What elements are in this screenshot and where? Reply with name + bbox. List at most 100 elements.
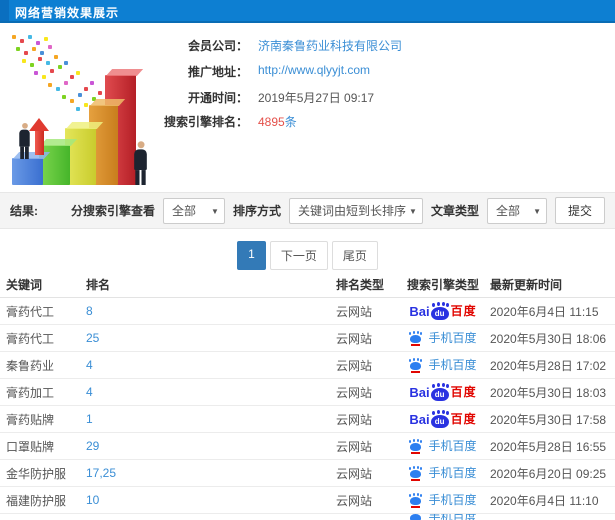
marketing-report-page: 网络营销效果展示 会员公司： 济南秦鲁药业科技有限公司 推广地址： http:/… — [0, 0, 615, 520]
baidu-mobile-logo: 手机百度 — [409, 437, 477, 454]
header-update-time: 最新更新时间 — [490, 278, 563, 292]
titlebar: 网络营销效果展示 — [0, 0, 615, 23]
chevron-down-icon: ▼ — [533, 206, 541, 216]
promo-url-row: 推广地址： http://www.qlyyjt.com — [0, 63, 470, 79]
baidu-paw-icon — [409, 331, 423, 346]
baidu-pc-logo: Bai du 百度 — [409, 383, 477, 401]
baidu-paw-icon — [409, 358, 423, 373]
cell-update-time: 2020年6月4日 11:15 — [490, 304, 599, 319]
rank-count: 4895 — [258, 115, 285, 129]
rank-link[interactable]: 4 — [86, 358, 93, 372]
clipart-bar-blue — [12, 158, 43, 185]
rank-link[interactable]: 17,25 — [86, 466, 116, 480]
last-page-button[interactable]: 尾页 — [331, 241, 378, 270]
header-engine-type: 搜索引擎类型 — [406, 278, 479, 292]
baidu-paw-icon: du — [430, 410, 450, 428]
baidu-mobile-logo: 手机百度 — [409, 464, 477, 481]
baidu-paw-icon — [409, 514, 423, 520]
table-row: 口罩贴牌 29 云网站 手机百度 2020年5月28日 16:55 — [0, 433, 615, 460]
baidu-pc-logo: Bai du 百度 — [409, 302, 477, 320]
up-arrow-icon — [29, 118, 49, 155]
cell-rank-type: 云网站 — [336, 358, 373, 373]
table-row: 膏药代工 8 云网站 Bai du 百度 2020年6月4日 11:15 — [0, 298, 615, 325]
article-type-value: 全部 — [495, 204, 520, 218]
header-keyword: 关键词 — [6, 278, 43, 292]
baidu-paw-icon — [409, 493, 423, 508]
cell-update-time: 2020年6月20日 09:25 — [490, 466, 607, 481]
chevron-down-icon: ▼ — [409, 206, 417, 216]
rank-link[interactable]: 10 — [86, 493, 99, 507]
cell-update-time: 2020年5月28日 16:55 — [490, 439, 607, 454]
table-row: 福建防护服 10 云网站 手机百度 2020年6月4日 11:10 — [0, 487, 615, 514]
cell-update-time: 2020年5月30日 18:03 — [490, 385, 607, 400]
baidu-pc-logo: Bai du 百度 — [409, 410, 477, 428]
cell-rank-type: 云网站 — [336, 493, 373, 508]
cell-rank-type: 云网站 — [336, 304, 373, 319]
result-label: 结果: — [10, 204, 38, 218]
next-page-button[interactable]: 下一页 — [269, 241, 328, 270]
member-company-link[interactable]: 济南秦鲁药业科技有限公司 — [258, 37, 402, 54]
sort-filter-select[interactable]: 关键词由短到长排序 ▼ — [288, 197, 423, 224]
cell-update-time: 2020年6月4日 11:10 — [490, 493, 599, 508]
businessman-figure-right — [134, 141, 147, 185]
member-company-label: 会员公司： — [187, 39, 248, 53]
rank-link[interactable]: 1 — [86, 412, 93, 426]
promo-url-link[interactable]: http://www.qlyyjt.com — [258, 63, 370, 77]
cell-rank-type: 云网站 — [336, 439, 373, 454]
results-table: 关键词 排名 排名类型 搜索引擎类型 最新更新时间 膏药代工 8 云网站 Bai… — [0, 272, 615, 520]
table-row: 膏药贴牌 1 云网站 Bai du 百度 2020年5月30日 17:58 — [0, 406, 615, 433]
cell-keyword: 金华防护服 — [6, 466, 67, 481]
cell-keyword: 口罩贴牌 — [6, 439, 55, 454]
cell-engine: Bai du 百度 — [398, 302, 488, 320]
header-rank: 排名 — [86, 278, 111, 292]
bar-chart-clipart — [4, 33, 176, 187]
article-type-select[interactable]: 全部 ▼ — [486, 197, 547, 224]
cell-rank-type: 云网站 — [336, 412, 373, 427]
engine-filter-label: 分搜索引擎查看 — [70, 204, 155, 218]
cell-update-time: 2020年5月30日 17:58 — [490, 412, 607, 427]
rank-unit: 条 — [284, 115, 297, 129]
businessman-figure-left — [19, 122, 30, 160]
header-rank-type: 排名类型 — [336, 278, 385, 292]
cell-keyword: 膏药贴牌 — [6, 412, 55, 427]
table-row: 膏药代工 25 云网站 手机百度 2020年5月30日 18:06 — [0, 325, 615, 352]
filter-bar: 结果: 分搜索引擎查看 全部 ▼ 排序方式 关键词由短到长排序 ▼ 文章类型 全… — [0, 192, 615, 229]
page-1-button[interactable]: 1 — [237, 241, 266, 270]
member-company-row: 会员公司： 济南秦鲁药业科技有限公司 — [0, 37, 470, 53]
chevron-down-icon: ▼ — [211, 206, 219, 216]
article-type-label: 文章类型 — [430, 204, 479, 218]
cell-keyword: 膏药代工 — [6, 331, 55, 346]
cell-engine: Bai du 百度 — [398, 383, 488, 401]
open-time-row: 开通时间： 2019年5月27日 09:17 — [0, 89, 470, 105]
baidu-mobile-logo: 手机百度 — [409, 491, 477, 508]
baidu-mobile-logo: 手机百度 — [409, 514, 477, 520]
cell-rank-type: 云网站 — [336, 331, 373, 346]
cell-engine: 手机百度 — [398, 329, 488, 347]
cell-engine: 手机百度 — [398, 491, 488, 509]
rank-link[interactable]: 25 — [86, 331, 99, 345]
baidu-paw-icon: du — [430, 302, 450, 320]
baidu-paw-icon: du — [430, 383, 450, 401]
open-time-value: 2019年5月27日 09:17 — [258, 91, 375, 105]
table-row: 秦鲁药业 4 云网站 手机百度 2020年5月28日 17:02 — [0, 352, 615, 379]
cell-keyword: 福建防护服 — [6, 493, 67, 508]
rank-link[interactable]: 4 — [86, 385, 93, 399]
table-row: 膏药加工 4 云网站 Bai du 百度 2020年5月30日 18:03 — [0, 379, 615, 406]
cell-engine: 手机百度 — [398, 437, 488, 455]
filter-controls: 分搜索引擎查看 全部 ▼ 排序方式 关键词由短到长排序 ▼ 文章类型 全部 ▼ … — [71, 197, 605, 224]
sort-filter-value: 关键词由短到长排序 — [297, 204, 406, 218]
rank-link[interactable]: 29 — [86, 439, 99, 453]
engine-filter-select[interactable]: 全部 ▼ — [162, 197, 225, 224]
submit-button[interactable]: 提交 — [554, 197, 605, 224]
engine-rank-value: 4895条 — [258, 113, 297, 130]
baidu-mobile-logo: 手机百度 — [409, 329, 477, 346]
cell-rank-type: 云网站 — [336, 385, 373, 400]
rank-link[interactable]: 8 — [86, 304, 93, 318]
cell-engine: 手机百度 — [398, 464, 488, 482]
cell-engine: 手机百度 — [398, 514, 488, 520]
pagination: 1 下一页 尾页 — [0, 241, 615, 270]
info-section: 会员公司： 济南秦鲁药业科技有限公司 推广地址： http://www.qlyy… — [0, 25, 615, 188]
sort-filter-label: 排序方式 — [232, 204, 281, 218]
baidu-mobile-logo: 手机百度 — [409, 356, 477, 373]
page-title: 网络营销效果展示 — [15, 6, 120, 20]
